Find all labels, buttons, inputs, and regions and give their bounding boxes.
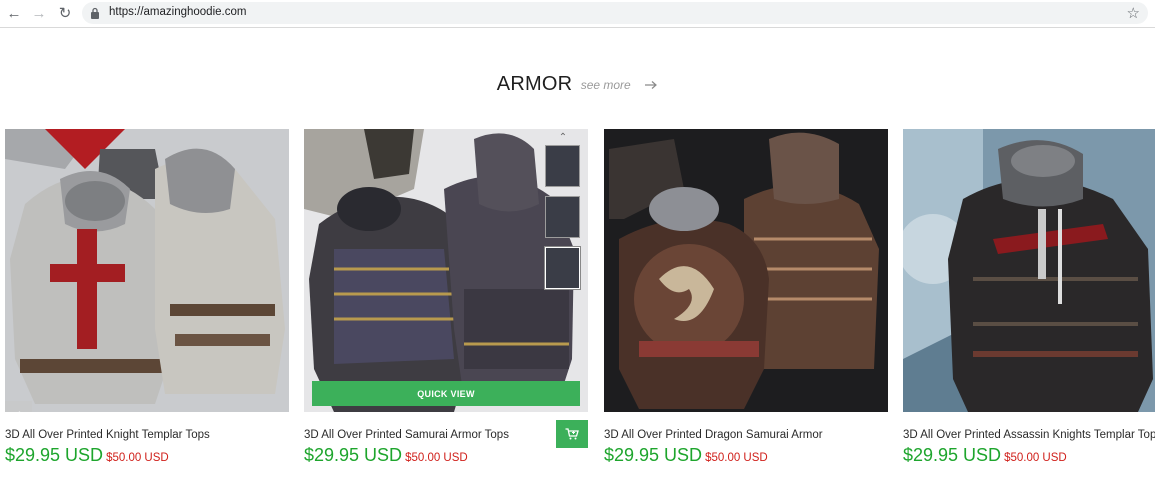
section-title: ARMOR bbox=[496, 73, 573, 95]
product-image[interactable]: ‹ bbox=[5, 129, 289, 412]
product-image[interactable] bbox=[604, 129, 888, 412]
lock-icon bbox=[91, 7, 99, 19]
image-thumbnail-strip: ⌃ bbox=[544, 131, 581, 298]
sale-price: $29.95 USD bbox=[304, 445, 403, 465]
image-thumbnail[interactable] bbox=[544, 246, 581, 290]
bookmark-star-icon[interactable]: ☆ bbox=[1127, 4, 1140, 22]
product-title[interactable]: 3D All Over Printed Assassin Knights Tem… bbox=[903, 427, 1155, 444]
see-more-arrow-icon[interactable] bbox=[644, 80, 658, 90]
chevron-up-icon[interactable]: ⌃ bbox=[545, 131, 581, 143]
product-card[interactable]: 3D All Over Printed Dragon Samurai Armor… bbox=[604, 129, 888, 466]
product-card[interactable]: ⌃ QUICK VIEW 3D All Over Printed Samurai… bbox=[304, 129, 588, 466]
sale-price: $29.95 USD bbox=[604, 445, 703, 465]
url-text[interactable]: https://amazinghoodie.com bbox=[109, 6, 246, 18]
sale-price: $29.95 USD bbox=[903, 445, 1002, 465]
back-arrow-icon[interactable]: ← bbox=[5, 4, 23, 22]
quick-view-button[interactable]: QUICK VIEW bbox=[312, 381, 580, 406]
price-row: $29.95 USD $50.00 USD bbox=[5, 445, 289, 466]
product-card[interactable]: ‹ 3D All Over Printed Knight Templar Top… bbox=[5, 129, 289, 466]
shopping-cart-icon bbox=[565, 428, 579, 440]
sale-price: $29.95 USD bbox=[5, 445, 104, 465]
product-image[interactable] bbox=[903, 129, 1155, 412]
price-row: $29.95 USD $50.00 USD bbox=[903, 445, 1155, 466]
original-price: $50.00 USD bbox=[106, 452, 169, 464]
add-to-cart-button[interactable] bbox=[556, 420, 588, 448]
see-more-link[interactable]: see more bbox=[581, 78, 631, 92]
forward-arrow-icon[interactable]: → bbox=[30, 4, 48, 22]
address-bar[interactable]: https://amazinghoodie.com ☆ bbox=[82, 2, 1148, 24]
section-header: ARMOR see more bbox=[0, 73, 1155, 103]
original-price: $50.00 USD bbox=[405, 452, 468, 464]
price-row: $29.95 USD $50.00 USD bbox=[604, 445, 888, 466]
product-card[interactable]: 3D All Over Printed Assassin Knights Tem… bbox=[903, 129, 1155, 466]
image-thumbnail[interactable] bbox=[545, 145, 580, 187]
original-price: $50.00 USD bbox=[705, 452, 768, 464]
carousel-prev-chevron-left-icon[interactable]: ‹ bbox=[5, 401, 32, 412]
product-title[interactable]: 3D All Over Printed Dragon Samurai Armor bbox=[604, 427, 888, 444]
price-row: $29.95 USD $50.00 USD bbox=[304, 445, 588, 466]
product-title[interactable]: 3D All Over Printed Samurai Armor Tops bbox=[304, 427, 588, 444]
product-image[interactable]: ⌃ QUICK VIEW bbox=[304, 129, 588, 412]
browser-toolbar: ← → ↻ https://amazinghoodie.com ☆ bbox=[0, 0, 1155, 28]
product-title[interactable]: 3D All Over Printed Knight Templar Tops bbox=[5, 427, 289, 444]
original-price: $50.00 USD bbox=[1004, 452, 1067, 464]
reload-icon[interactable]: ↻ bbox=[56, 4, 74, 22]
image-thumbnail[interactable] bbox=[545, 196, 580, 238]
